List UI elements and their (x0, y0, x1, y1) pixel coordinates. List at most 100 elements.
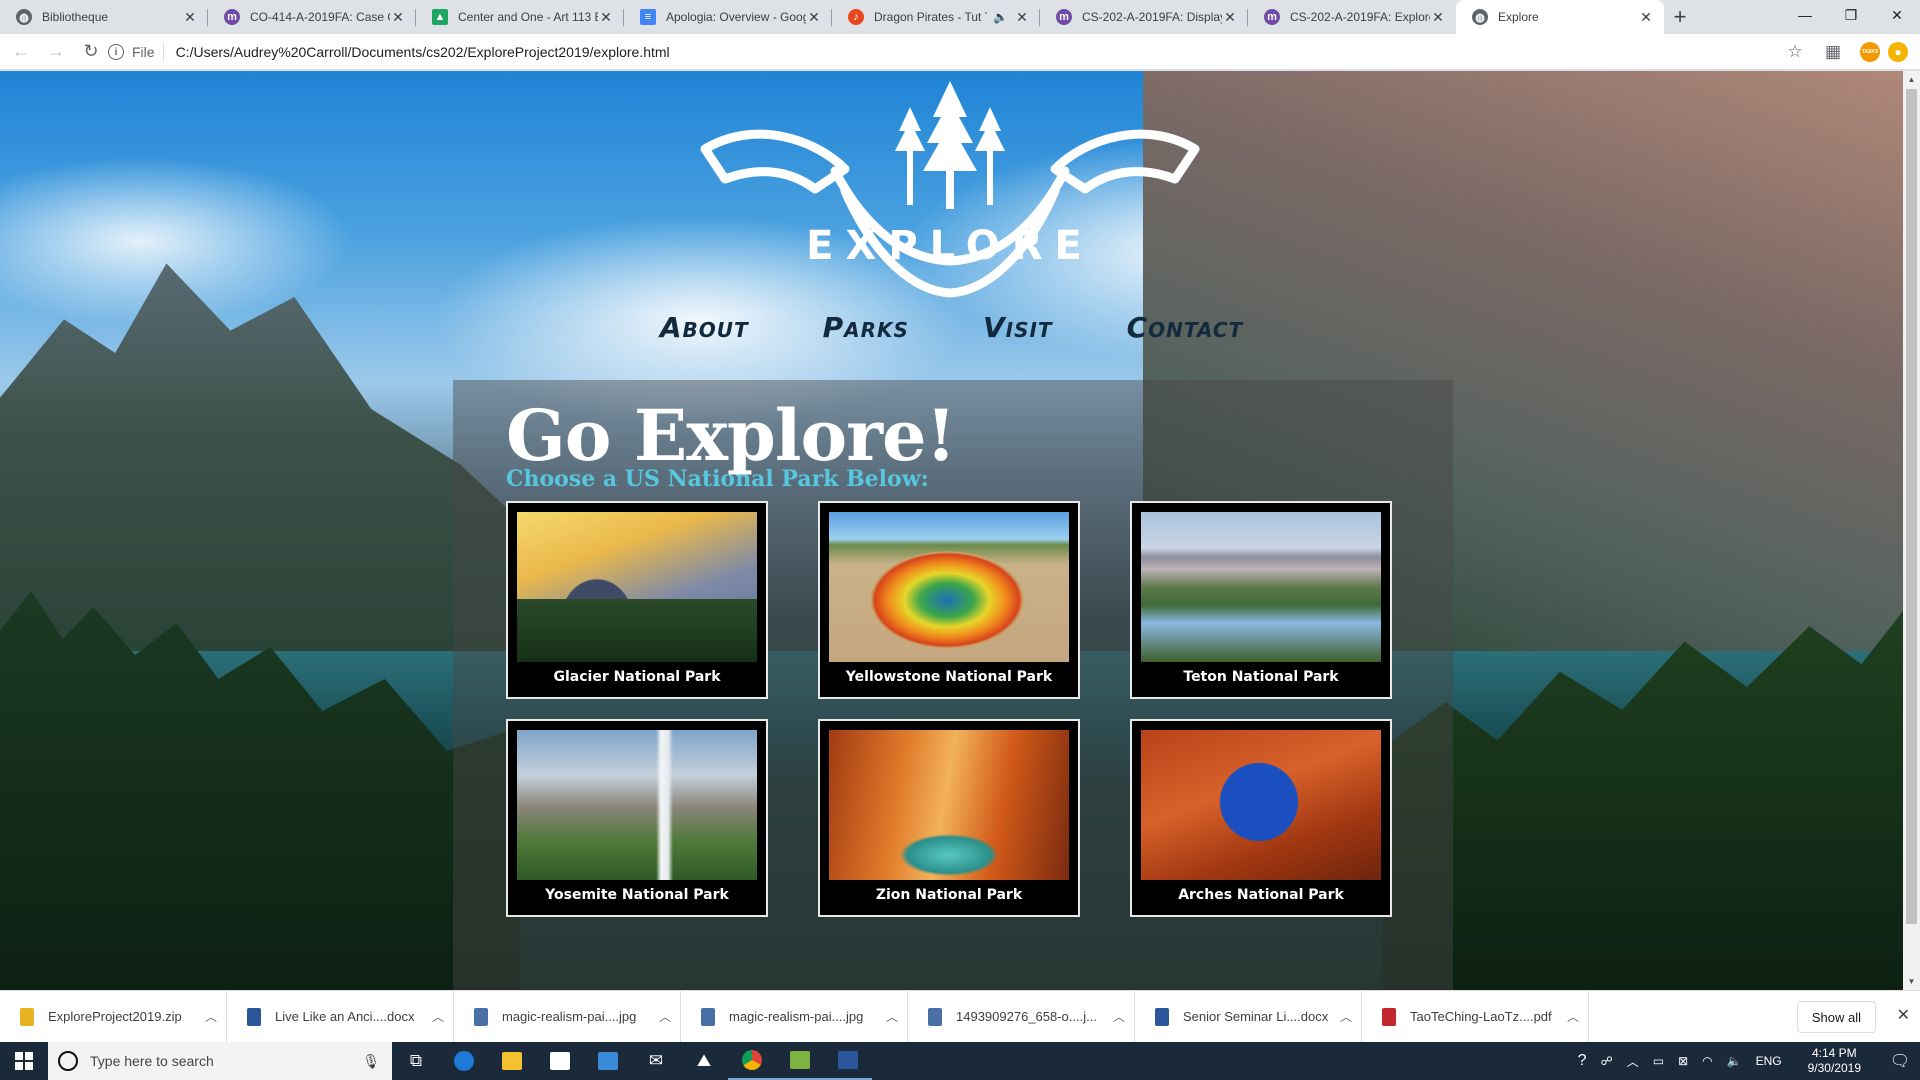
nav-contact-link[interactable]: Contact (1121, 311, 1250, 344)
profile-extension-icon[interactable]: ● (1888, 42, 1908, 62)
chevron-up-icon[interactable]: ︿ (1558, 1008, 1588, 1025)
park-card-zion[interactable]: Zion National Park (818, 719, 1080, 917)
visual-studio-icon[interactable] (584, 1042, 632, 1080)
scrollbar-thumb[interactable] (1906, 89, 1917, 924)
bookmark-star-icon[interactable]: ☆ (1776, 34, 1814, 70)
close-icon[interactable]: ✕ (598, 9, 614, 25)
taskbar-search[interactable]: Type here to search 🎙 (48, 1042, 392, 1080)
language-indicator[interactable]: ENG (1749, 1054, 1789, 1068)
park-card-yosemite[interactable]: Yosemite National Park (506, 719, 768, 917)
chevron-up-icon[interactable]: ︿ (1331, 1008, 1361, 1025)
scroll-down-icon[interactable]: ▼ (1903, 973, 1920, 990)
park-photo[interactable] (1141, 512, 1381, 662)
scroll-up-icon[interactable]: ▲ (1903, 71, 1920, 88)
forward-arrow-icon[interactable]: → (42, 38, 70, 66)
word-icon[interactable] (824, 1042, 872, 1080)
restore-icon[interactable]: ❐ (1828, 0, 1874, 30)
windows-taskbar: Type here to search 🎙 ⧉ ✉ ⛰ ? ☍ ︿ ▭ ⊠ ◠ … (0, 1042, 1920, 1080)
close-window-icon[interactable]: ✕ (1874, 0, 1920, 30)
park-card-teton[interactable]: Teton National Park (1130, 501, 1392, 699)
back-arrow-icon[interactable]: ← (7, 38, 35, 66)
wifi-icon[interactable]: ◠ (1695, 1054, 1719, 1068)
page-subtitle: Choose a US National Park Below: (506, 466, 929, 492)
download-filename: Senior Seminar Li....docx (1183, 1009, 1329, 1024)
tab-cs202-display[interactable]: m CS-202-A-2019FA: Display ✕ (1040, 0, 1248, 34)
task-view-icon[interactable]: ⧉ (392, 1042, 440, 1080)
download-item[interactable]: 1493909276_658-o....j... ︿ (908, 990, 1135, 1043)
tab-case-overview[interactable]: m CO-414-A-2019FA: Case Ov ✕ (208, 0, 416, 34)
park-photo[interactable] (829, 512, 1069, 662)
microphone-icon[interactable]: 🎙 (362, 1053, 380, 1070)
word-file-icon (247, 1007, 261, 1026)
chevron-up-icon[interactable]: ︿ (196, 1008, 226, 1025)
store-icon[interactable] (536, 1042, 584, 1080)
download-item[interactable]: magic-realism-pai....jpg ︿ (454, 990, 681, 1043)
close-icon[interactable]: ✕ (182, 9, 198, 25)
chrome-icon[interactable] (728, 1042, 776, 1080)
park-photo[interactable] (517, 512, 757, 662)
chevron-up-icon[interactable]: ︿ (1620, 1053, 1646, 1070)
close-icon[interactable]: ✕ (1430, 9, 1446, 25)
park-photo[interactable] (829, 730, 1069, 880)
park-photo[interactable] (1141, 730, 1381, 880)
park-card-arches[interactable]: Arches National Park (1130, 719, 1392, 917)
chevron-up-icon[interactable]: ︿ (1104, 1008, 1134, 1025)
chevron-up-icon[interactable]: ︿ (423, 1008, 453, 1025)
close-icon[interactable]: ✕ (1897, 1005, 1910, 1025)
tab-center-and-one[interactable]: ▲ Center and One - Art 113 B ✕ (416, 0, 624, 34)
people-icon[interactable]: ☍ (1594, 1054, 1620, 1068)
start-button[interactable] (0, 1042, 48, 1080)
reader-extension-icon[interactable]: ▦ (1814, 34, 1852, 70)
notification-icon[interactable]: 🗨 (1880, 1051, 1920, 1071)
minimize-icon[interactable]: — (1782, 0, 1828, 30)
file-explorer-icon[interactable] (488, 1042, 536, 1080)
download-filename: magic-realism-pai....jpg (502, 1009, 637, 1024)
info-icon[interactable]: i (108, 44, 124, 60)
close-icon[interactable]: ✕ (1014, 9, 1030, 25)
download-item[interactable]: Senior Seminar Li....docx ︿ (1135, 990, 1362, 1043)
nav-about-link[interactable]: About (654, 311, 755, 344)
nav-parks-link[interactable]: Parks (817, 311, 915, 344)
tab-apologia[interactable]: ≡ Apologia: Overview - Googl ✕ (624, 0, 832, 34)
close-icon[interactable]: ✕ (1638, 9, 1654, 25)
tab-bibliotheque[interactable]: ◍ Bibliotheque ✕ (0, 0, 208, 34)
tasks-extension-icon[interactable]: TASKS (1860, 42, 1880, 62)
park-card-yellowstone[interactable]: Yellowstone National Park (818, 501, 1080, 699)
audio-site-icon: ♪ (848, 9, 864, 25)
pdf-file-icon (1382, 1007, 1396, 1026)
notepad-icon[interactable] (776, 1042, 824, 1080)
tab-explore[interactable]: ◍ Explore ✕ (1456, 0, 1664, 34)
chevron-up-icon[interactable]: ︿ (650, 1008, 680, 1025)
edge-icon[interactable] (440, 1042, 488, 1080)
download-item[interactable]: TaoTeChing-LaoTz....pdf ︿ (1362, 990, 1589, 1043)
help-icon[interactable]: ? (1571, 1052, 1594, 1070)
download-item[interactable]: ExploreProject2019.zip ︿ (0, 990, 227, 1043)
clock[interactable]: 4:14 PM 9/30/2019 (1789, 1046, 1880, 1076)
reload-icon[interactable]: ↻ (77, 38, 105, 66)
park-photo[interactable] (517, 730, 757, 880)
download-item[interactable]: magic-realism-pai....jpg ︿ (681, 990, 908, 1043)
download-item[interactable]: Live Like an Anci....docx ︿ (227, 990, 454, 1043)
address-bar[interactable]: i File C:/Users/Audrey%20Carroll/Documen… (108, 37, 1788, 67)
tab-dragon-pirates[interactable]: ♪ Dragon Pirates - Tut Tu 🔈 ✕ (832, 0, 1040, 34)
nav-visit-link[interactable]: Visit (977, 311, 1059, 344)
close-icon[interactable]: ✕ (390, 9, 406, 25)
url-text[interactable]: C:/Users/Audrey%20Carroll/Documents/cs20… (176, 44, 670, 60)
new-tab-button[interactable]: + (1664, 0, 1696, 34)
battery-icon[interactable]: ▭ (1646, 1054, 1671, 1068)
page-title: Go Explore! (506, 394, 956, 477)
park-card-glacier[interactable]: Glacier National Park (506, 501, 768, 699)
show-all-button[interactable]: Show all (1796, 1001, 1876, 1033)
tab-cs202-explore[interactable]: m CS-202-A-2019FA: Explore ✕ (1248, 0, 1456, 34)
speaker-icon[interactable]: 🔈 (993, 10, 1008, 24)
volume-icon[interactable]: 🔈 (1720, 1054, 1749, 1068)
page-scrollbar[interactable]: ▲ ▼ (1903, 71, 1920, 990)
security-icon[interactable]: ⊠ (1671, 1054, 1695, 1068)
explore-logo[interactable]: EXPLORE (695, 79, 1205, 299)
photos-icon[interactable]: ⛰ (680, 1042, 728, 1080)
close-icon[interactable]: ✕ (1222, 9, 1238, 25)
mail-icon[interactable]: ✉ (632, 1042, 680, 1080)
park-name: Arches National Park (1178, 887, 1344, 903)
close-icon[interactable]: ✕ (806, 9, 822, 25)
chevron-up-icon[interactable]: ︿ (877, 1008, 907, 1025)
